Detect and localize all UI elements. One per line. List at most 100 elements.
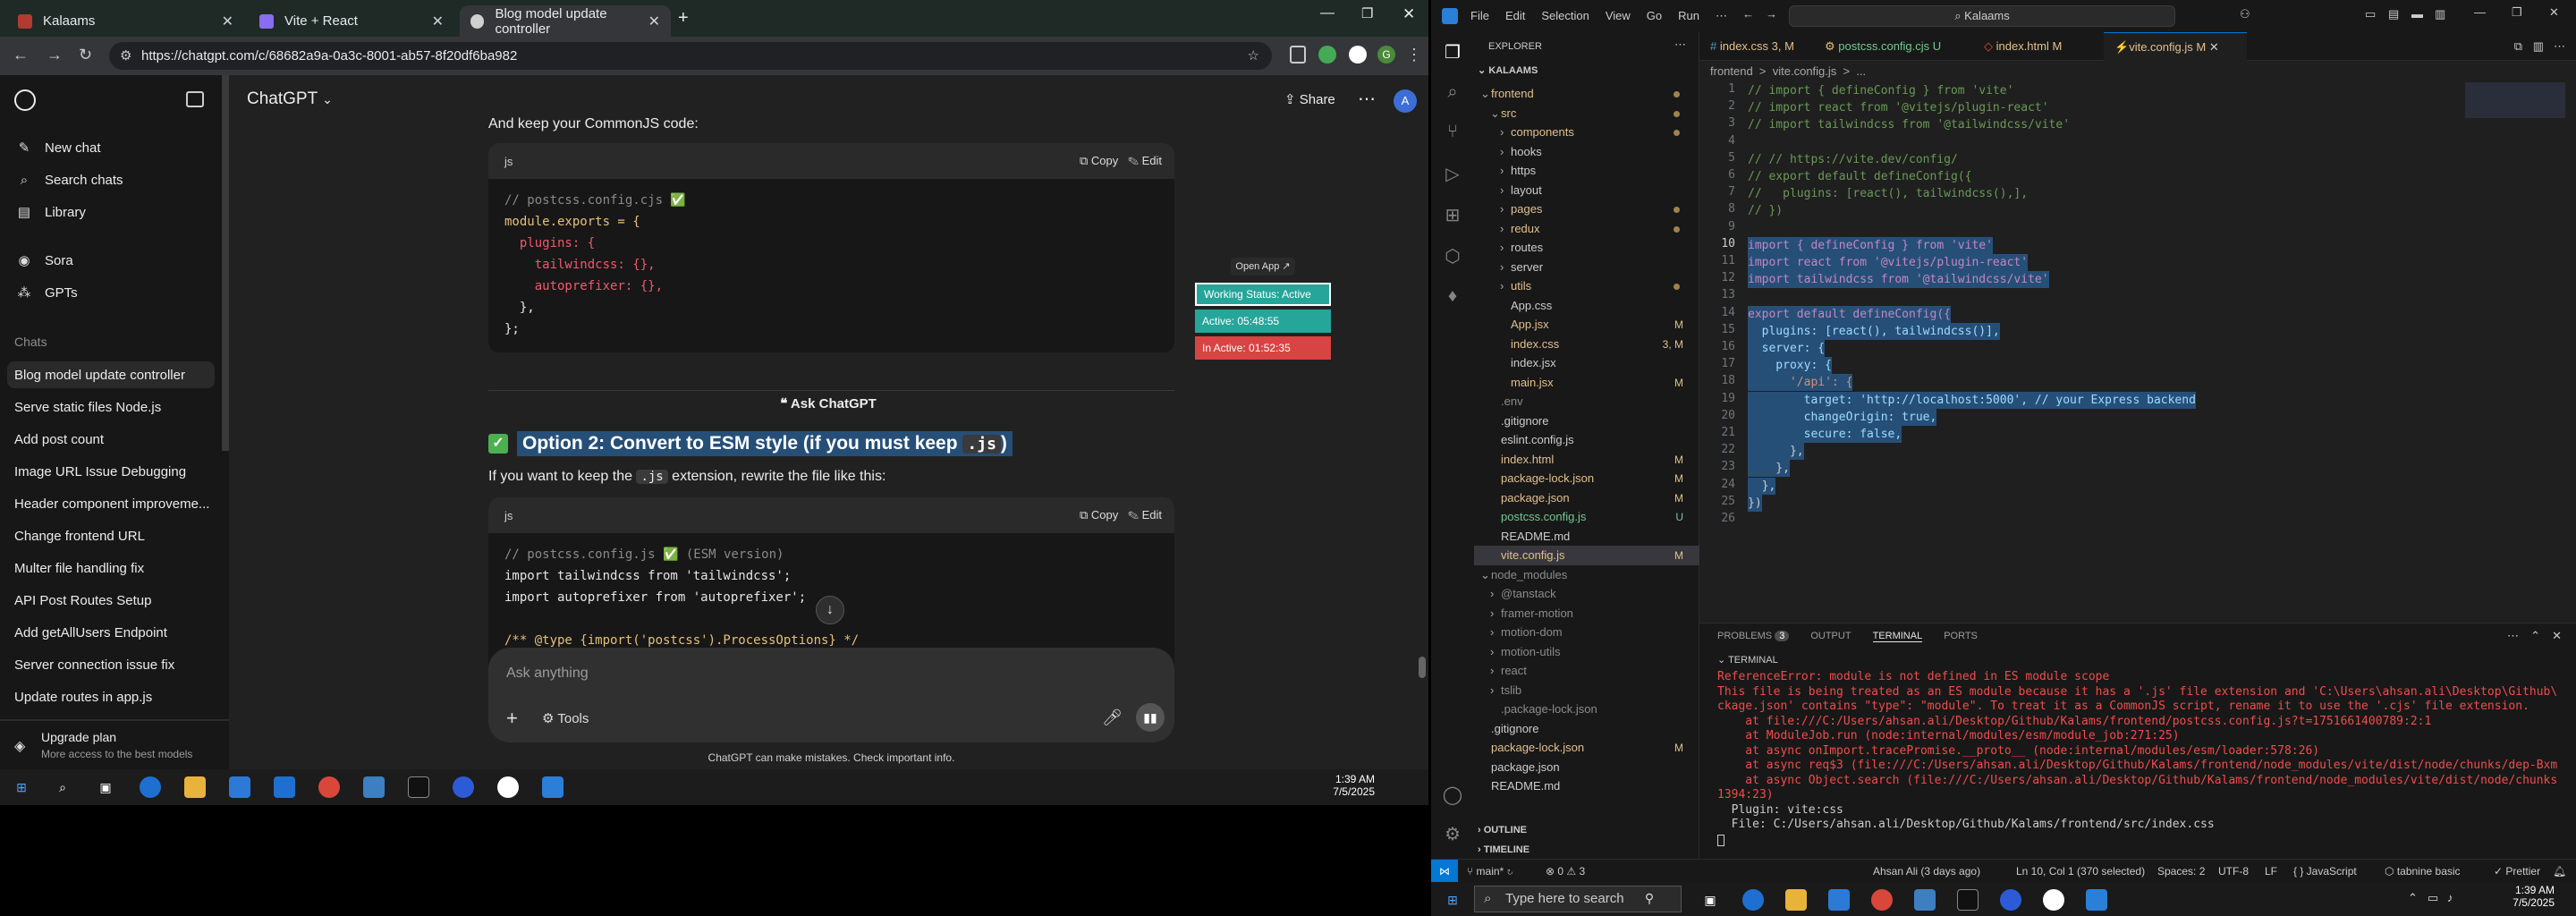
tab-blog-model[interactable]: Blog model update controller ✕: [460, 5, 671, 37]
tree-item[interactable]: App.jsx M: [1474, 315, 1699, 335]
maximize-panel-icon[interactable]: ⌃: [2530, 629, 2540, 643]
tab-index-css[interactable]: # index.css 3, M: [1699, 32, 1809, 61]
microphone-icon[interactable]: 🎤︎: [1102, 708, 1123, 727]
tree-item[interactable]: › https: [1474, 161, 1699, 181]
windows-start-icon[interactable]: ⊞: [11, 776, 32, 798]
sidebar-item-new-chat[interactable]: ✎ New chat: [14, 134, 215, 161]
breadcrumb[interactable]: frontend > vite.config.js > ...: [1710, 64, 1866, 78]
explorer-icon[interactable]: ❐: [1442, 41, 1463, 63]
extension-icon[interactable]: [1290, 46, 1306, 64]
code-editor[interactable]: frontend > vite.config.js > ... 1 // impo…: [1699, 61, 2576, 623]
close-icon[interactable]: ✕: [2209, 40, 2219, 54]
tree-item[interactable]: .package-lock.json: [1474, 700, 1699, 719]
chrome-icon[interactable]: [318, 776, 340, 798]
more-options-icon[interactable]: ⋯: [1358, 88, 1376, 110]
voice-mode-icon[interactable]: ▮▮: [1136, 703, 1165, 732]
chat-item[interactable]: Multer file handling fix: [14, 555, 215, 581]
language-mode[interactable]: { } JavaScript: [2293, 865, 2357, 878]
tree-item[interactable]: vite.config.js M: [1474, 546, 1699, 565]
split-editor-icon[interactable]: ▥: [2533, 39, 2544, 54]
extension-icon[interactable]: [1318, 46, 1336, 64]
window-close-icon[interactable]: ✕: [2549, 5, 2559, 20]
layout-icon[interactable]: ▭: [2365, 7, 2376, 21]
copilot-icon[interactable]: ⚇: [2240, 7, 2250, 21]
search-icon[interactable]: ⌕: [52, 776, 73, 798]
tree-item[interactable]: › hooks: [1474, 142, 1699, 162]
tray-chevron-icon[interactable]: ⌃: [2408, 891, 2418, 905]
close-panel-icon[interactable]: ✕: [2552, 629, 2562, 643]
code-area[interactable]: 1 // import { defineConfig } from 'vite' 2…: [1699, 82, 2469, 619]
chrome-icon[interactable]: [1871, 889, 1893, 911]
toggle-sidebar-icon[interactable]: ▤: [2388, 7, 2399, 21]
menu-view[interactable]: View: [1606, 9, 1631, 23]
mongodb-icon[interactable]: ♦: [1442, 286, 1463, 308]
maximize-icon[interactable]: ❐: [1361, 5, 1373, 21]
toggle-panel-icon[interactable]: ▬: [2411, 7, 2423, 21]
indentation[interactable]: Spaces: 2: [2157, 865, 2205, 878]
tree-item[interactable]: package.json: [1474, 758, 1699, 777]
chat-item[interactable]: Serve static files Node.js: [14, 394, 215, 420]
tree-item[interactable]: › motion-utils: [1474, 642, 1699, 662]
task-view-icon[interactable]: ▣: [1699, 889, 1721, 911]
menu-dots-icon[interactable]: ⋮: [1406, 46, 1422, 64]
share-button[interactable]: ⇪ Share: [1284, 91, 1335, 107]
tree-item[interactable]: › components: [1474, 123, 1699, 142]
tree-item[interactable]: index.html M: [1474, 450, 1699, 470]
zoom-icon[interactable]: [453, 776, 474, 798]
git-blame[interactable]: Ahsan Ali (3 days ago): [1873, 865, 1980, 878]
reload-icon[interactable]: ↻: [79, 46, 92, 64]
tab-terminal[interactable]: TERMINAL: [1872, 631, 1923, 642]
chat-item[interactable]: API Post Routes Setup: [14, 587, 215, 614]
new-tab-icon[interactable]: +: [678, 8, 689, 29]
tree-item[interactable]: › motion-dom: [1474, 623, 1699, 642]
menu-go[interactable]: Go: [1647, 9, 1662, 23]
tree-item[interactable]: › tslib: [1474, 681, 1699, 700]
network-icon[interactable]: ▭: [2428, 891, 2438, 905]
tab-vite-config[interactable]: ⚡vite.config.js M ✕: [2104, 32, 2247, 61]
avatar[interactable]: G: [1377, 46, 1395, 64]
file-explorer-icon[interactable]: [184, 776, 206, 798]
copy-button[interactable]: ⧉ Copy: [1080, 154, 1118, 167]
tree-item[interactable]: › routes: [1474, 238, 1699, 258]
editor-scrollbar[interactable]: [2565, 82, 2576, 619]
tree-item[interactable]: .env: [1474, 392, 1699, 411]
tree-item[interactable]: package-lock.json M: [1474, 469, 1699, 488]
edge-icon[interactable]: [1742, 889, 1764, 911]
tree-item[interactable]: .gitignore: [1474, 411, 1699, 431]
tree-item[interactable]: index.css 3, M: [1474, 335, 1699, 354]
tree-item[interactable]: package.json M: [1474, 488, 1699, 508]
windows-start-icon[interactable]: ⊞: [1442, 889, 1463, 911]
forward-icon[interactable]: →: [1766, 7, 1777, 21]
tab-ports[interactable]: PORTS: [1944, 631, 1978, 642]
avatar[interactable]: A: [1394, 89, 1417, 113]
tab-index-html[interactable]: ◇ index.html M: [1973, 32, 2098, 61]
app-icon[interactable]: [2043, 889, 2064, 911]
app-icon[interactable]: [497, 776, 519, 798]
app-icon[interactable]: [363, 776, 385, 798]
tree-item[interactable]: › react: [1474, 661, 1699, 681]
profile-icon[interactable]: [1349, 46, 1367, 64]
encoding[interactable]: UTF-8: [2218, 865, 2249, 878]
tree-item[interactable]: › layout: [1474, 181, 1699, 200]
vscode-icon[interactable]: [2086, 889, 2107, 911]
terminal-output[interactable]: ReferenceError: module is not defined in…: [1699, 670, 2558, 858]
extensions-icon[interactable]: ⊞: [1442, 204, 1463, 225]
tab-output[interactable]: OUTPUT: [1810, 631, 1851, 642]
maximize-icon[interactable]: ❐: [2512, 5, 2522, 20]
menu-file[interactable]: File: [1470, 9, 1489, 23]
menu-edit[interactable]: Edit: [1505, 9, 1525, 23]
close-icon[interactable]: ✕: [432, 13, 444, 30]
file-explorer-icon[interactable]: [1785, 889, 1807, 911]
more-actions-icon[interactable]: ⋯: [2554, 39, 2565, 54]
account-icon[interactable]: ◯: [1442, 784, 1463, 805]
tree-item[interactable]: README.md: [1474, 527, 1699, 547]
store-icon[interactable]: [1828, 889, 1850, 911]
toggle-secondary-sidebar-icon[interactable]: ▥: [2435, 7, 2445, 21]
tree-item[interactable]: › framer-motion: [1474, 604, 1699, 623]
notifications-bell-icon[interactable]: 🔔︎: [2553, 865, 2566, 878]
chat-item[interactable]: Image URL Issue Debugging: [14, 458, 215, 485]
address-bar[interactable]: ⚙ https://chatgpt.com/c/68682a9a-0a3c-80…: [109, 42, 1272, 70]
close-icon[interactable]: ✕: [648, 13, 660, 30]
app-icon[interactable]: [1914, 889, 1936, 911]
ask-chatgpt-button[interactable]: ❝ Ask ChatGPT: [667, 395, 989, 411]
